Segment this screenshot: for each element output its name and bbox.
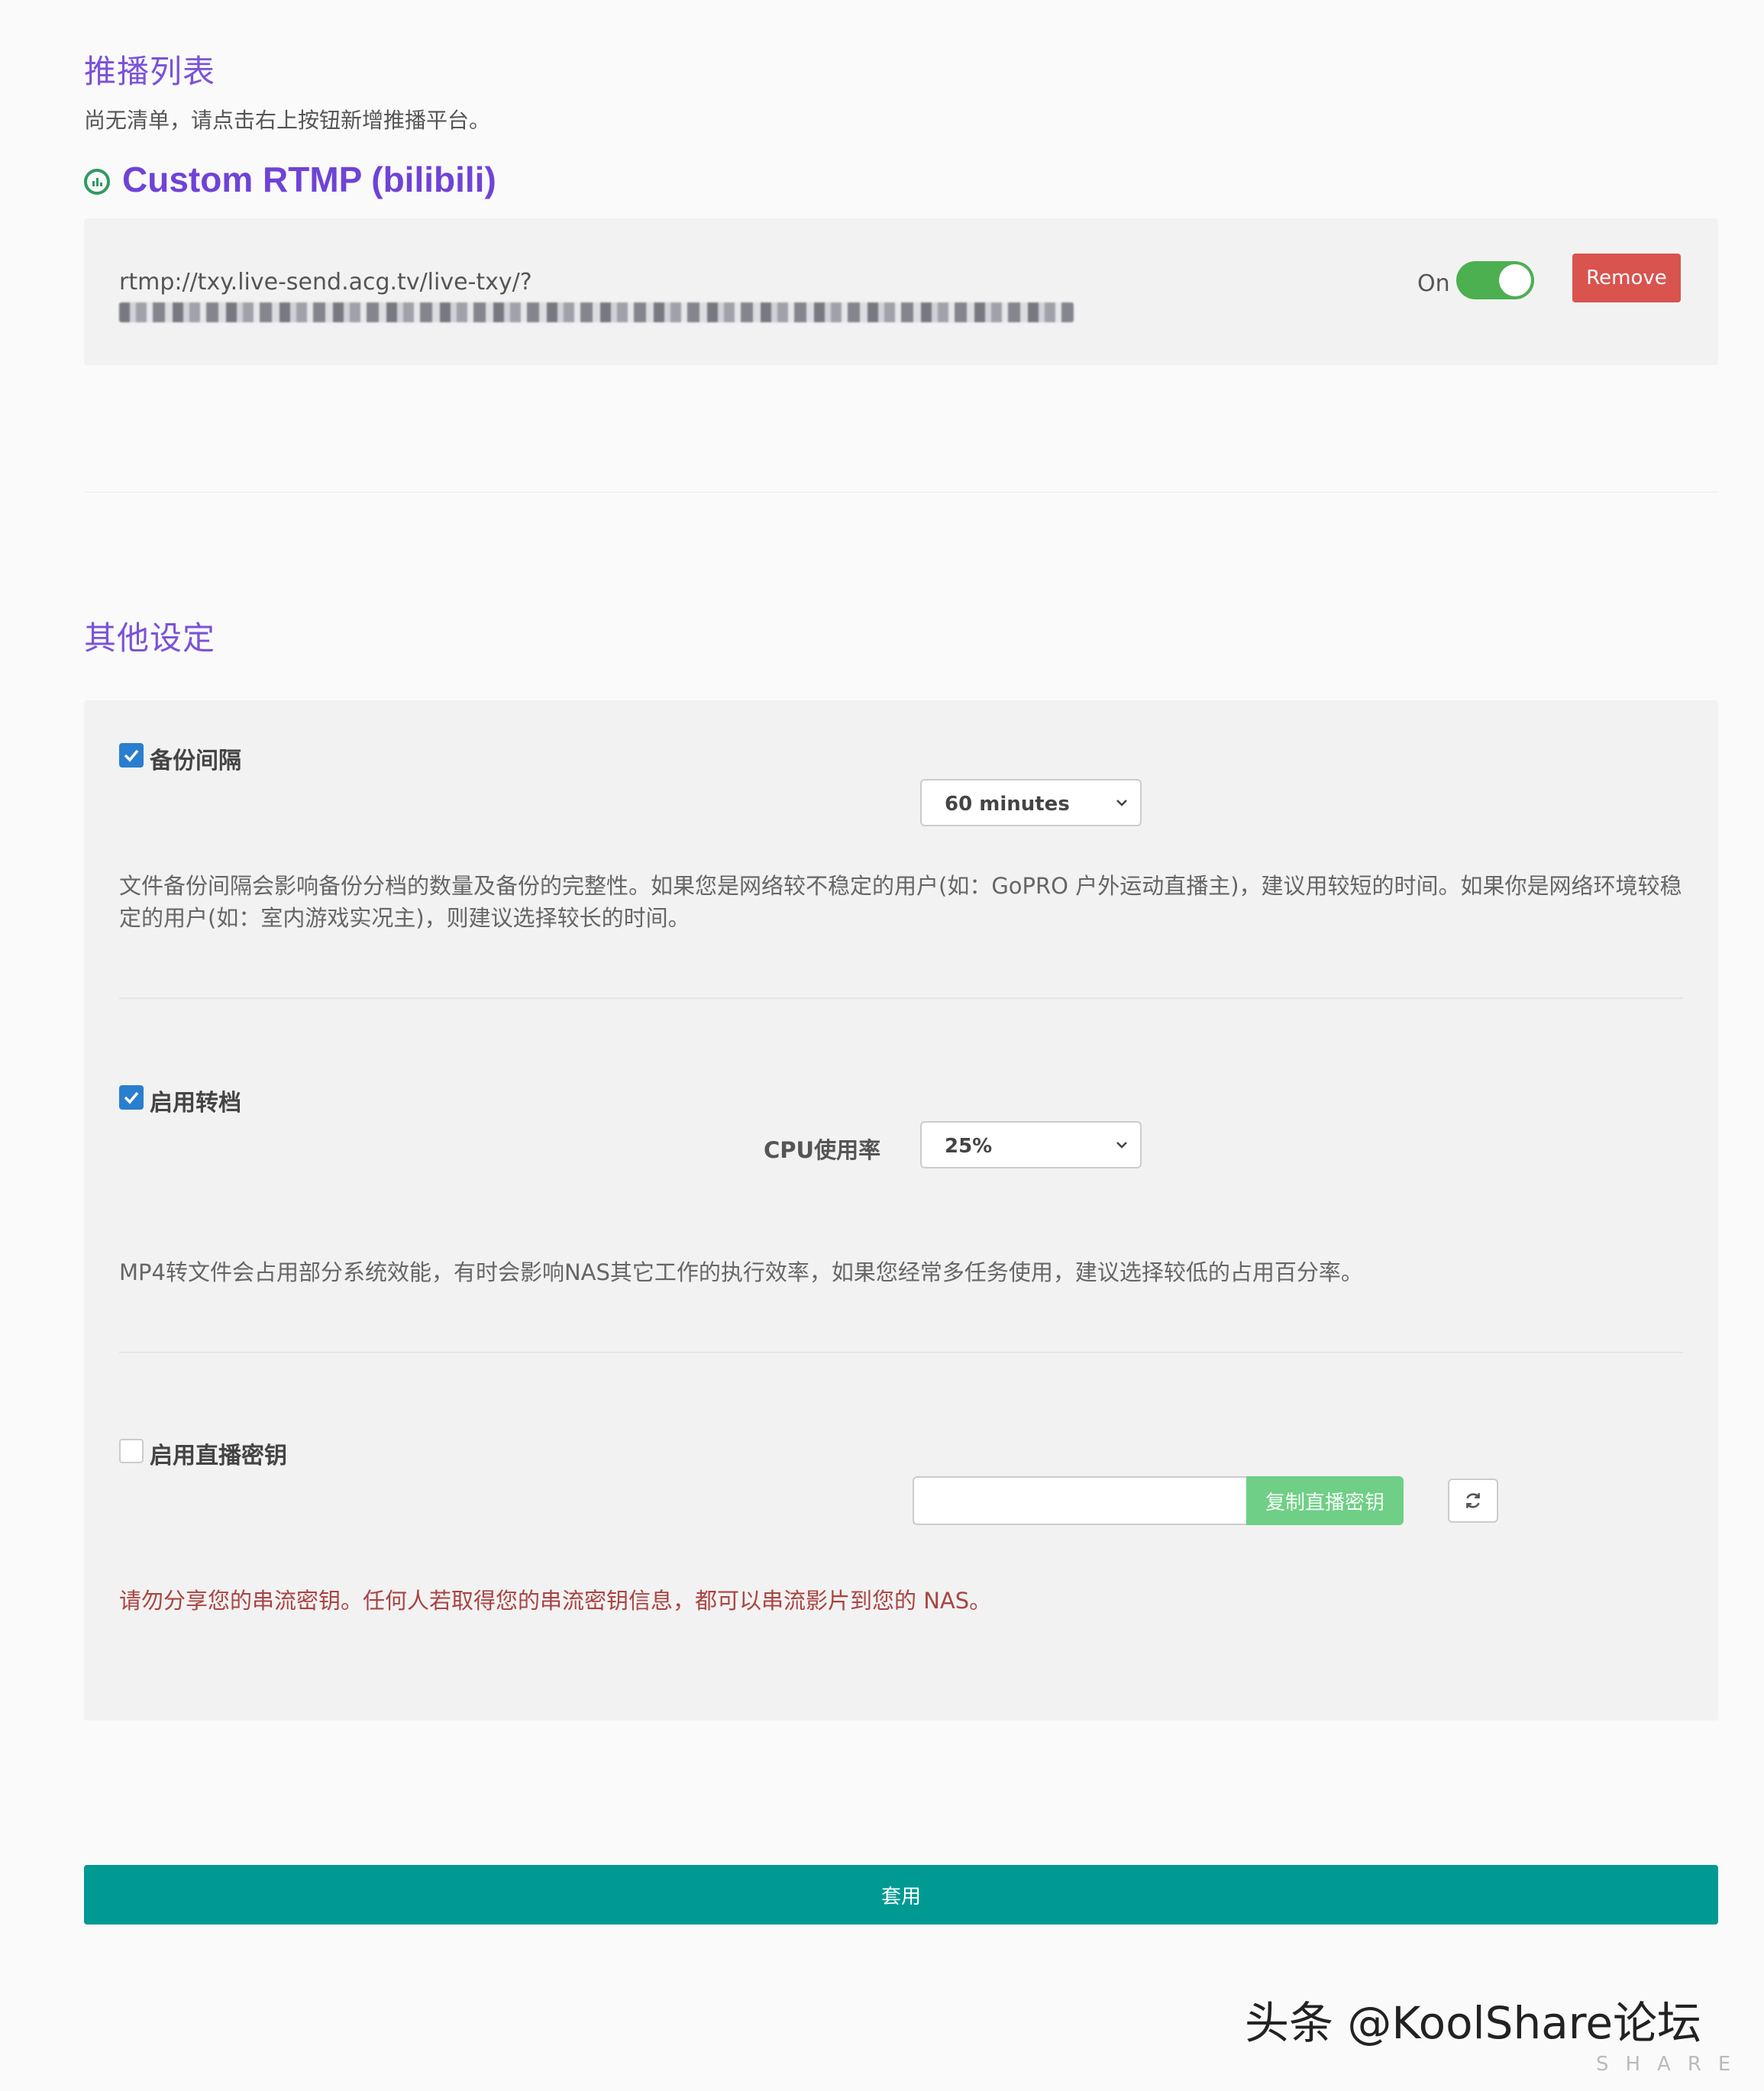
stream-key-checkbox[interactable] <box>119 1439 144 1463</box>
backup-interval-select[interactable]: 60 minutes <box>920 779 1142 826</box>
stream-list-title: 推播列表 <box>84 53 216 90</box>
watermark-text: 头条 @KoolShare论坛 <box>1245 1997 1702 2049</box>
watermark-sub: SHARE <box>1596 2053 1748 2076</box>
platform-header: Custom RTMP (bilibili) <box>84 159 496 200</box>
platform-name: Custom RTMP (bilibili) <box>122 160 496 199</box>
check-icon <box>124 1091 139 1104</box>
backup-label: 备份间隔 <box>150 748 241 774</box>
chevron-down-icon <box>1116 1142 1127 1149</box>
check-icon <box>124 749 139 762</box>
backup-interval-value: 60 minutes <box>945 793 1070 816</box>
toggle-label: On <box>1417 270 1450 297</box>
apply-button[interactable]: 套用 <box>84 1865 1718 1925</box>
stream-key-label: 启用直播密钥 <box>150 1443 287 1469</box>
bilibili-icon <box>84 169 110 195</box>
stream-key-input[interactable] <box>913 1476 1249 1525</box>
transcode-checkbox[interactable] <box>119 1085 144 1110</box>
transcode-description: MP4转文件会占用部分系统效能，有时会影响NAS其它工作的执行效率，如果您经常多… <box>119 1259 1363 1285</box>
divider-1 <box>119 997 1683 999</box>
divider-2 <box>119 1352 1683 1353</box>
stream-list-empty-hint: 尚无清单，请点击右上按钮新增推播平台。 <box>84 108 491 133</box>
copy-stream-key-button[interactable]: 复制直播密钥 <box>1246 1476 1404 1525</box>
settings-page: 推播列表 尚无清单，请点击右上按钮新增推播平台。 Custom RTMP (bi… <box>0 0 1764 2091</box>
backup-checkbox[interactable] <box>119 743 144 768</box>
platform-enable-toggle[interactable] <box>1456 261 1534 299</box>
transcode-label: 启用转档 <box>150 1090 241 1117</box>
redacted-stream-key <box>119 302 1074 322</box>
platform-card: rtmp://txy.live-send.acg.tv/live-txy/? O… <box>84 218 1718 365</box>
section-divider <box>84 492 1718 493</box>
platform-url: rtmp://txy.live-send.acg.tv/live-txy/? <box>119 269 532 296</box>
refresh-icon <box>1466 1493 1480 1508</box>
other-settings-title: 其他设定 <box>84 619 216 657</box>
refresh-stream-key-button[interactable] <box>1448 1479 1498 1523</box>
remove-button[interactable]: Remove <box>1572 254 1681 302</box>
cpu-usage-value: 25% <box>945 1135 993 1158</box>
cpu-usage-select[interactable]: 25% <box>920 1121 1142 1168</box>
chevron-down-icon <box>1116 800 1127 806</box>
toggle-knob <box>1499 264 1531 296</box>
backup-description: 文件备份间隔会影响备份分档的数量及备份的完整性。如果您是网络较不稳定的用户(如：… <box>119 873 1682 931</box>
cpu-usage-label: CPU使用率 <box>764 1137 881 1163</box>
other-settings-panel: 备份间隔 60 minutes 文件备份间隔会影响备份分档的数量及备份的完整性。… <box>84 700 1718 1721</box>
stream-key-warning: 请勿分享您的串流密钥。任何人若取得您的串流密钥信息，都可以串流影片到您的 NAS… <box>119 1588 992 1614</box>
